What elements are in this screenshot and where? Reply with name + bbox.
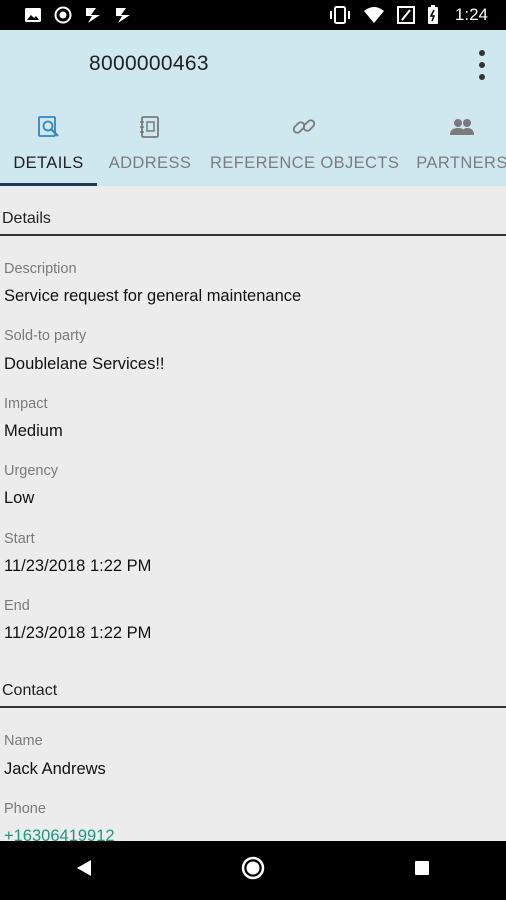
page-title: 8000000463 xyxy=(89,52,209,75)
field-label-sold-to-party: Sold-to party xyxy=(4,328,87,344)
recents-button[interactable] xyxy=(392,841,452,900)
wifi-icon xyxy=(363,6,385,24)
phone-link[interactable]: +16306419912 xyxy=(4,827,115,841)
tab-bar: DETAILS ADDRESS REFERENCE OBJECTS PARTNE… xyxy=(0,110,506,186)
flash-icon xyxy=(114,6,132,24)
location-icon xyxy=(54,6,72,24)
system-navigation-bar xyxy=(0,841,506,900)
tab-label: REFERENCE OBJECTS xyxy=(210,154,400,172)
battery-icon xyxy=(427,5,439,25)
search-document-icon xyxy=(36,114,62,140)
field-label-end: End xyxy=(4,598,30,614)
more-vert-icon xyxy=(479,50,485,56)
address-book-icon xyxy=(137,114,163,140)
field-label-phone: Phone xyxy=(4,801,46,817)
app-header: 8000000463 DETAILS ADDRESS REFERENCE OBJ… xyxy=(0,30,506,186)
back-icon xyxy=(75,858,93,883)
section-title: Details xyxy=(2,210,51,227)
section-header-contact: Contact xyxy=(0,678,506,708)
notification-icons xyxy=(0,6,132,24)
vibrate-icon xyxy=(329,6,351,24)
tab-details[interactable]: DETAILS xyxy=(0,110,97,186)
flash-icon xyxy=(84,6,102,24)
field-value-urgency: Low xyxy=(4,489,35,507)
system-icons: 1:24 xyxy=(329,5,506,25)
home-icon xyxy=(241,856,265,885)
field-label-start: Start xyxy=(4,531,35,547)
signal-icon xyxy=(396,6,415,24)
field-value-impact: Medium xyxy=(4,422,63,440)
section-header-details: Details xyxy=(0,206,506,236)
field-label-impact: Impact xyxy=(4,396,48,412)
field-value-description: Service request for general maintenance xyxy=(4,287,302,305)
field-label-urgency: Urgency xyxy=(4,463,58,479)
field-value-start: 11/23/2018 1:22 PM xyxy=(4,557,152,575)
section-title: Contact xyxy=(2,682,58,699)
field-value-name: Jack Andrews xyxy=(4,760,106,778)
status-bar: 1:24 xyxy=(0,0,506,30)
link-icon xyxy=(291,114,317,140)
field-value-sold-to-party: Doublelane Services!! xyxy=(4,355,165,373)
people-icon xyxy=(449,114,475,140)
field-value-end: 11/23/2018 1:22 PM xyxy=(4,624,152,642)
home-button[interactable] xyxy=(223,841,283,900)
tab-label: PARTNERS xyxy=(416,154,506,172)
field-label-name: Name xyxy=(4,733,43,749)
overflow-menu-button[interactable] xyxy=(470,48,494,82)
tab-label: DETAILS xyxy=(13,154,84,172)
recents-icon xyxy=(413,859,431,882)
clock: 1:24 xyxy=(454,5,488,24)
field-label-description: Description xyxy=(4,261,77,277)
details-content[interactable]: Details Description Service request for … xyxy=(0,186,506,841)
image-icon xyxy=(24,6,42,24)
tab-label: ADDRESS xyxy=(108,154,192,172)
back-button[interactable] xyxy=(54,841,114,900)
tab-address[interactable]: ADDRESS xyxy=(104,110,196,186)
tab-partners[interactable]: PARTNERS xyxy=(412,110,506,186)
tab-reference-objects[interactable]: REFERENCE OBJECTS xyxy=(210,110,400,186)
